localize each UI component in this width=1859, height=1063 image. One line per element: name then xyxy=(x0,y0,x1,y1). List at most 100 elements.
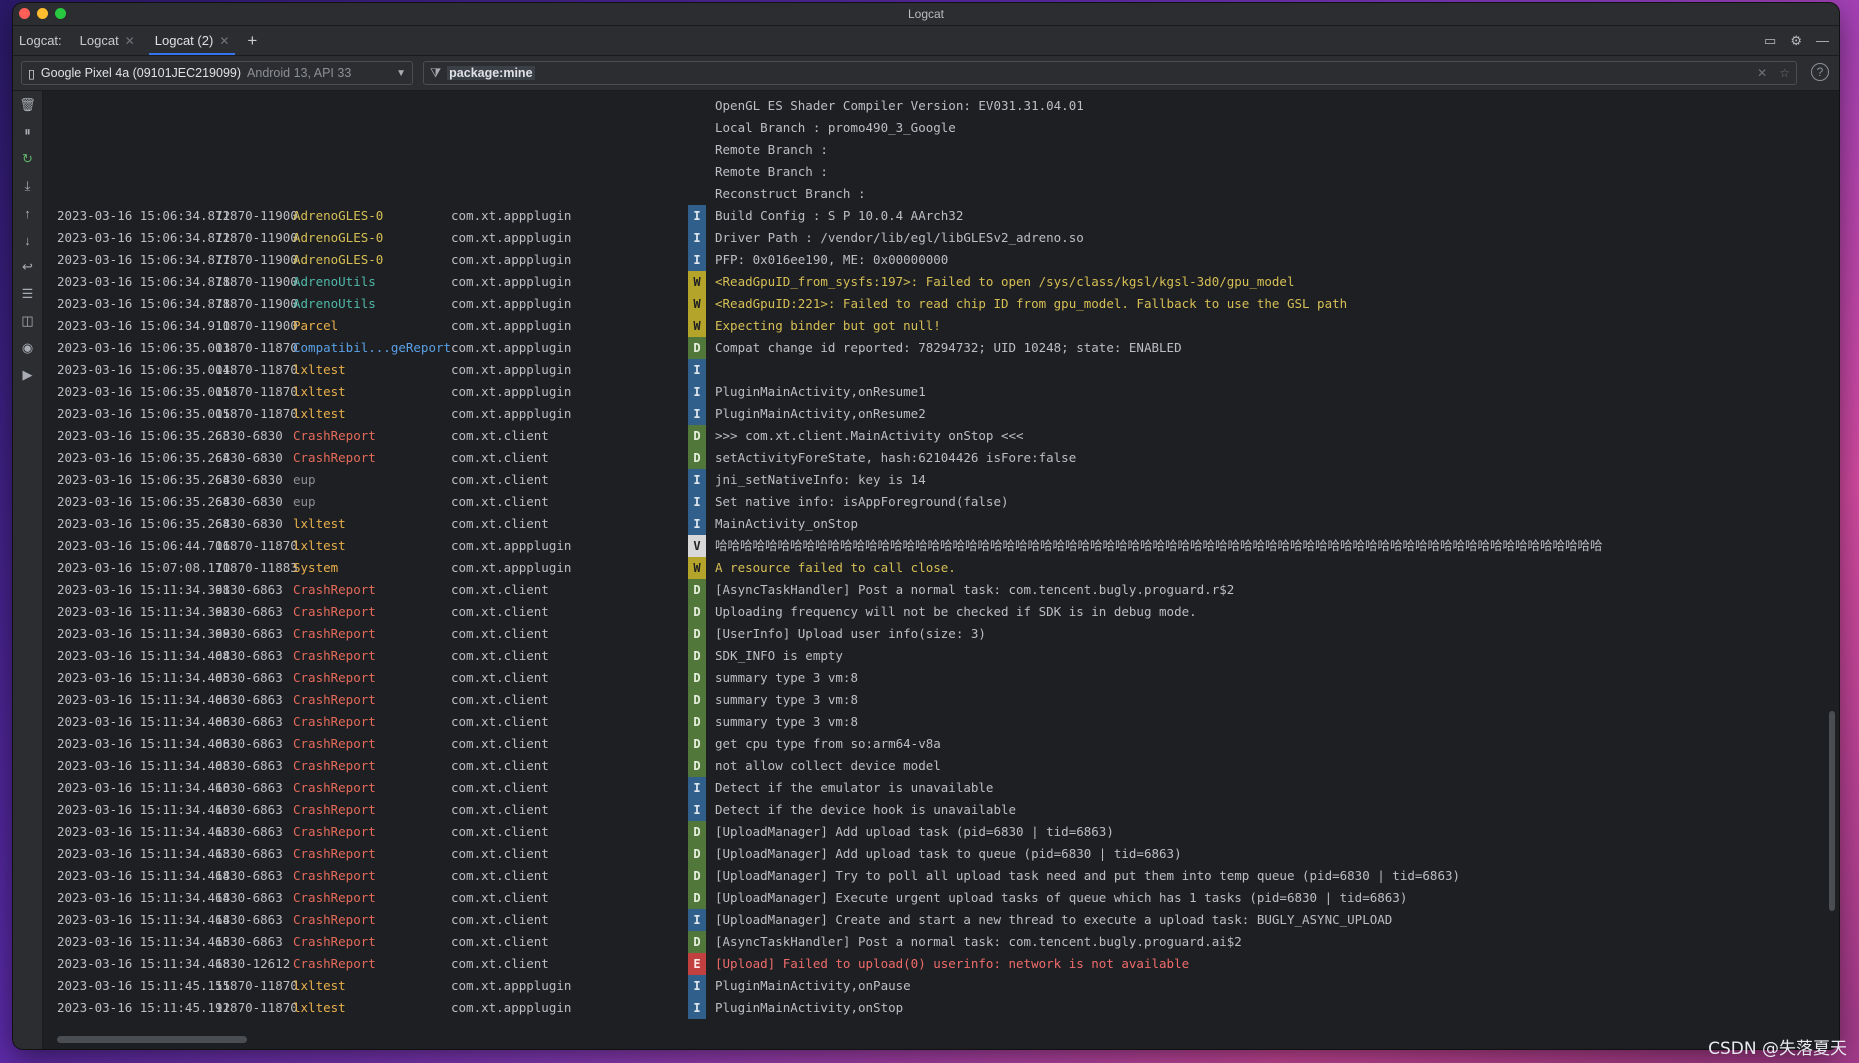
log-message: [UploadManager] Add upload task (pid=683… xyxy=(715,824,1114,839)
log-message: summary type 3 vm:8 xyxy=(715,670,858,685)
log-row[interactable]: 2023-03-16 15:11:34.408 6830-6863 CrashRe… xyxy=(43,755,1839,777)
log-row[interactable]: 2023-03-16 15:11:34.414 6830-6863 CrashRe… xyxy=(43,865,1839,887)
log-timestamp: 2023-03-16 15:06:35.005 xyxy=(57,384,231,399)
horizontal-scrollbar[interactable] xyxy=(57,1036,247,1043)
log-row[interactable]: 2023-03-16 15:11:34.415 6830-6863 CrashRe… xyxy=(43,931,1839,953)
log-row[interactable]: 2023-03-16 15:11:34.405 6830-6863 CrashRe… xyxy=(43,667,1839,689)
trash-icon[interactable]: 🗑 xyxy=(19,97,36,113)
log-row[interactable]: 2023-03-16 15:11:34.413 6830-6863 CrashRe… xyxy=(43,843,1839,865)
log-row[interactable]: 2023-03-16 15:06:34.877 11870-11900 Adreno… xyxy=(43,249,1839,271)
log-row[interactable]: 2023-03-16 15:11:34.413 6830-6863 CrashRe… xyxy=(43,821,1839,843)
pause-icon[interactable]: ⏸ xyxy=(20,124,36,140)
log-tag: lxltest xyxy=(293,978,346,993)
log-pid: 11870-11870 xyxy=(215,362,298,377)
minimize-window-button[interactable] xyxy=(37,8,48,19)
log-timestamp: 2023-03-16 15:11:34.413 xyxy=(57,824,231,839)
log-row[interactable]: 2023-03-16 15:06:35.003 11870-11870 Compat… xyxy=(43,337,1839,359)
log-row[interactable]: 2023-03-16 15:06:35.264 6830-6830 CrashRe… xyxy=(43,447,1839,469)
tab-logcat-2[interactable]: Logcat (2) ✕ xyxy=(145,26,240,55)
log-row[interactable]: 2023-03-16 15:06:35.005 11870-11870 lxltes… xyxy=(43,403,1839,425)
log-row[interactable]: 2023-03-16 15:06:44.706 11870-11870 lxltes… xyxy=(43,535,1839,557)
log-row[interactable]: 2023-03-16 15:07:08.170 11870-11883 System… xyxy=(43,557,1839,579)
log-level-badge: D xyxy=(688,887,706,909)
log-row[interactable]: 2023-03-16 15:06:35.264 6830-6830 eup com.… xyxy=(43,491,1839,513)
log-pid: 6830-6830 xyxy=(215,450,283,465)
vertical-scrollbar[interactable] xyxy=(1829,711,1835,911)
log-level-badge: I xyxy=(688,381,706,403)
log-level-badge: D xyxy=(688,667,706,689)
favorite-star-icon[interactable]: ☆ xyxy=(1779,66,1790,80)
log-package: com.xt.client xyxy=(451,736,549,751)
log-package: com.xt.client xyxy=(451,846,549,861)
clear-filter-icon[interactable]: ✕ xyxy=(1757,66,1767,80)
camera-icon[interactable]: ◉ xyxy=(20,340,36,356)
log-pane[interactable]: OpenGL ES Shader Compiler Version: EV031… xyxy=(43,91,1839,1049)
logcat-sidebar: 🗑 ⏸ ↻ ⤓ ↑ ↓ ↩ ☰ ◫ ◉ ▶ xyxy=(13,91,43,1049)
close-tab-icon[interactable]: ✕ xyxy=(125,34,135,48)
log-row[interactable]: 2023-03-16 15:06:35.004 11870-11870 lxltes… xyxy=(43,359,1839,381)
log-row[interactable]: 2023-03-16 15:11:34.406 6830-6863 CrashRe… xyxy=(43,689,1839,711)
log-message: [UploadManager] Create and start a new t… xyxy=(715,912,1393,927)
up-arrow-icon[interactable]: ↑ xyxy=(20,205,36,221)
log-package: com.xt.appplugin xyxy=(451,252,572,267)
format-icon[interactable]: ☰ xyxy=(20,286,36,302)
maximize-window-button[interactable] xyxy=(55,8,66,19)
log-row[interactable]: 2023-03-16 15:11:34.414 6830-6863 CrashRe… xyxy=(43,909,1839,931)
log-tag: CrashReport xyxy=(293,890,376,905)
log-row[interactable]: 2023-03-16 15:06:34.872 11870-11900 Adreno… xyxy=(43,227,1839,249)
log-timestamp: 2023-03-16 15:06:35.263 xyxy=(57,428,231,443)
log-row[interactable]: 2023-03-16 15:06:35.005 11870-11870 lxltes… xyxy=(43,381,1839,403)
log-row[interactable]: Remote Branch : xyxy=(43,161,1839,183)
close-tab-icon[interactable]: ✕ xyxy=(219,34,229,48)
restart-icon[interactable]: ↻ xyxy=(20,151,36,167)
log-pid: 11870-11870 xyxy=(215,538,298,553)
log-row[interactable]: Remote Branch : xyxy=(43,139,1839,161)
gear-icon[interactable]: ⚙ xyxy=(1790,33,1802,49)
log-tag: lxltest xyxy=(293,362,346,377)
video-icon[interactable]: ▶ xyxy=(20,367,36,383)
tab-logcat[interactable]: Logcat ✕ xyxy=(70,26,145,55)
log-level-badge: D xyxy=(688,579,706,601)
filter-input[interactable]: ⧩ package:mine ✕ ☆ xyxy=(423,61,1797,85)
log-row[interactable]: 2023-03-16 15:11:34.406 6830-6863 CrashRe… xyxy=(43,711,1839,733)
log-row[interactable]: OpenGL ES Shader Compiler Version: EV031… xyxy=(43,95,1839,117)
log-row[interactable]: Local Branch : promo490_3_Google xyxy=(43,117,1839,139)
log-row[interactable]: 2023-03-16 15:11:34.410 6830-6863 CrashRe… xyxy=(43,777,1839,799)
add-tab-icon[interactable]: + xyxy=(239,31,265,51)
log-message: Remote Branch : xyxy=(715,142,828,157)
log-row[interactable]: 2023-03-16 15:11:34.406 6830-6863 CrashRe… xyxy=(43,733,1839,755)
log-row[interactable]: 2023-03-16 15:11:34.410 6830-6863 CrashRe… xyxy=(43,799,1839,821)
split-icon[interactable]: ◫ xyxy=(20,313,36,329)
log-pid: 11870-11900 xyxy=(215,274,298,289)
log-row[interactable]: 2023-03-16 15:11:34.392 6830-6863 CrashRe… xyxy=(43,601,1839,623)
log-row[interactable]: 2023-03-16 15:06:35.264 6830-6830 lxltest… xyxy=(43,513,1839,535)
log-row[interactable]: 2023-03-16 15:06:34.910 11870-11900 Parcel… xyxy=(43,315,1839,337)
scroll-to-end-icon[interactable]: ⤓ xyxy=(20,178,36,194)
down-arrow-icon[interactable]: ↓ xyxy=(20,232,36,248)
log-row[interactable]: 2023-03-16 15:06:34.872 11870-11900 Adreno… xyxy=(43,205,1839,227)
device-selector[interactable]: ▯ Google Pixel 4a (09101JEC219099) Andro… xyxy=(21,61,413,85)
log-row[interactable]: 2023-03-16 15:11:34.404 6830-6863 CrashRe… xyxy=(43,645,1839,667)
log-row[interactable]: 2023-03-16 15:06:35.264 6830-6830 eup com.… xyxy=(43,469,1839,491)
log-timestamp: 2023-03-16 15:06:34.872 xyxy=(57,208,231,223)
log-message: SDK_INFO is empty xyxy=(715,648,843,663)
hide-panel-icon[interactable]: — xyxy=(1816,33,1829,48)
log-row[interactable]: 2023-03-16 15:06:34.878 11870-11900 Adreno… xyxy=(43,293,1839,315)
layout-icon[interactable]: ▭ xyxy=(1764,33,1776,49)
log-row[interactable]: 2023-03-16 15:11:34.418 6830-12612 CrashR… xyxy=(43,953,1839,975)
help-icon[interactable]: ? xyxy=(1811,63,1829,81)
log-level-badge: I xyxy=(688,227,706,249)
log-row[interactable]: 2023-03-16 15:06:34.878 11870-11900 Adreno… xyxy=(43,271,1839,293)
soft-wrap-icon[interactable]: ↩ xyxy=(20,259,36,275)
log-row[interactable]: 2023-03-16 15:11:34.399 6830-6863 CrashRe… xyxy=(43,623,1839,645)
log-row[interactable]: 2023-03-16 15:11:34.391 6830-6863 CrashRe… xyxy=(43,579,1839,601)
close-window-button[interactable] xyxy=(19,8,30,19)
log-row[interactable]: 2023-03-16 15:11:45.192 11870-11870 lxltes… xyxy=(43,997,1839,1019)
log-row[interactable]: 2023-03-16 15:11:34.414 6830-6863 CrashRe… xyxy=(43,887,1839,909)
log-pid: 11870-11883 xyxy=(215,560,298,575)
log-level-badge: W xyxy=(688,557,706,579)
log-row[interactable]: 2023-03-16 15:11:45.155 11870-11870 lxltes… xyxy=(43,975,1839,997)
log-message: <ReadGpuID_from_sysfs:197>: Failed to op… xyxy=(715,274,1295,289)
log-row[interactable]: 2023-03-16 15:06:35.263 6830-6830 CrashRe… xyxy=(43,425,1839,447)
log-row[interactable]: Reconstruct Branch : xyxy=(43,183,1839,205)
